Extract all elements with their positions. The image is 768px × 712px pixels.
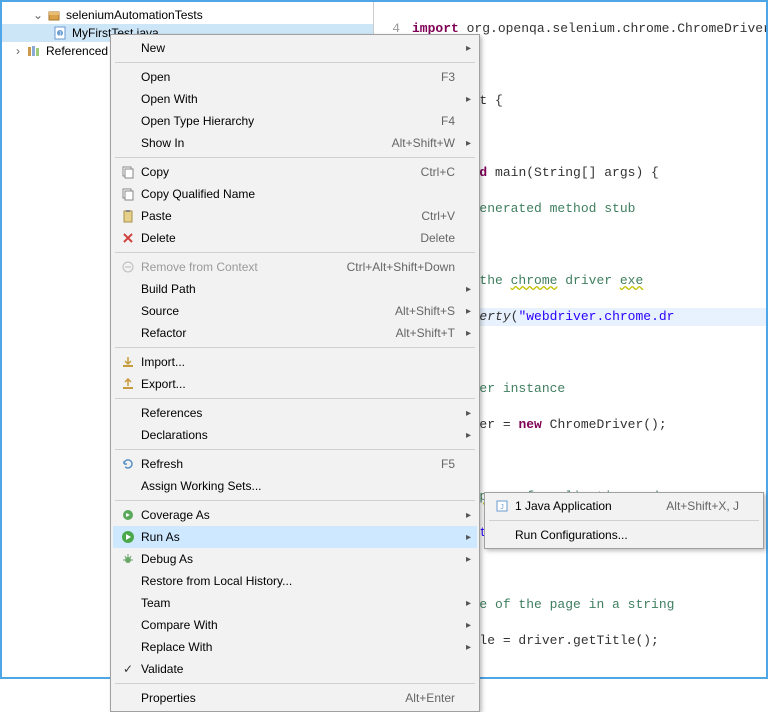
menu-validate[interactable]: ✓Validate [113, 658, 477, 680]
menu-references[interactable]: References [113, 402, 477, 424]
menu-debug-as[interactable]: Debug As [113, 548, 477, 570]
refresh-icon [115, 457, 141, 471]
java-app-icon: J [489, 499, 515, 513]
delete-icon [115, 231, 141, 245]
project-label: seleniumAutomationTests [66, 8, 203, 22]
menu-show-in[interactable]: Show InAlt+Shift+W [113, 132, 477, 154]
project-node[interactable]: ⌄ seleniumAutomationTests [2, 6, 373, 24]
menu-replace-with[interactable]: Replace With [113, 636, 477, 658]
menu-compare-with[interactable]: Compare With [113, 614, 477, 636]
code-text: main(String[] args) { [487, 165, 659, 180]
separator [115, 398, 475, 399]
menu-open[interactable]: OpenF3 [113, 66, 477, 88]
separator [115, 683, 475, 684]
library-icon [26, 43, 42, 59]
svg-text:J: J [500, 504, 504, 511]
menu-restore-history[interactable]: Restore from Local History... [113, 570, 477, 592]
separator [489, 520, 759, 521]
menu-build-path[interactable]: Build Path [113, 278, 477, 300]
separator [115, 62, 475, 63]
menu-source[interactable]: SourceAlt+Shift+S [113, 300, 477, 322]
menu-coverage-as[interactable]: Coverage As [113, 504, 477, 526]
coverage-icon [115, 508, 141, 522]
menu-refresh[interactable]: RefreshF5 [113, 453, 477, 475]
menu-open-type-hierarchy[interactable]: Open Type HierarchyF4 [113, 110, 477, 132]
package-icon [46, 7, 62, 23]
run-icon [115, 530, 141, 544]
menu-open-with[interactable]: Open With [113, 88, 477, 110]
menu-new[interactable]: New [113, 37, 477, 59]
menu-remove-context: Remove from ContextCtrl+Alt+Shift+Down [113, 256, 477, 278]
check-icon: ✓ [115, 662, 141, 676]
menu-assign-working-sets[interactable]: Assign Working Sets... [113, 475, 477, 497]
separator [115, 157, 475, 158]
copy-qualified-icon [115, 187, 141, 201]
separator [115, 347, 475, 348]
submenu-java-application[interactable]: J1 Java ApplicationAlt+Shift+X, J [487, 495, 761, 517]
menu-team[interactable]: Team [113, 592, 477, 614]
submenu-run-configurations[interactable]: Run Configurations... [487, 524, 761, 546]
chevron-right-icon: › [12, 45, 24, 57]
menu-declarations[interactable]: Declarations [113, 424, 477, 446]
copy-icon [115, 165, 141, 179]
separator [115, 449, 475, 450]
menu-copy[interactable]: CopyCtrl+C [113, 161, 477, 183]
debug-icon [115, 552, 141, 566]
java-file-icon: J [52, 25, 68, 41]
chevron-down-icon: ⌄ [32, 9, 44, 21]
remove-context-icon [115, 260, 141, 274]
menu-copy-qualified[interactable]: Copy Qualified Name [113, 183, 477, 205]
menu-run-as[interactable]: Run As [113, 526, 477, 548]
separator [115, 500, 475, 501]
menu-delete[interactable]: DeleteDelete [113, 227, 477, 249]
separator [115, 252, 475, 253]
context-menu: New OpenF3 Open With Open Type Hierarchy… [110, 34, 480, 712]
referenced-label: Referenced [46, 44, 108, 58]
menu-properties[interactable]: PropertiesAlt+Enter [113, 687, 477, 709]
menu-export[interactable]: Export... [113, 373, 477, 395]
import-icon [115, 355, 141, 369]
svg-text:J: J [59, 32, 62, 38]
menu-import[interactable]: Import... [113, 351, 477, 373]
export-icon [115, 377, 141, 391]
menu-paste[interactable]: PasteCtrl+V [113, 205, 477, 227]
paste-icon [115, 209, 141, 223]
menu-refactor[interactable]: RefactorAlt+Shift+T [113, 322, 477, 344]
run-as-submenu: J1 Java ApplicationAlt+Shift+X, J Run Co… [484, 492, 764, 549]
